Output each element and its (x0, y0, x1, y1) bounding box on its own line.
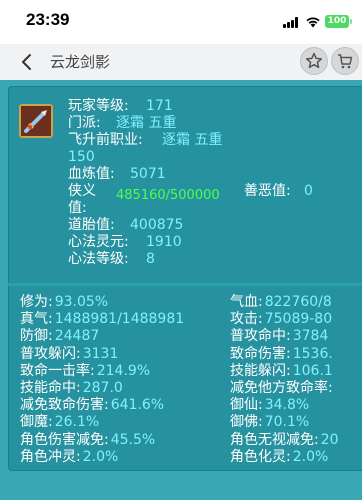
stat-value: 3131 (82, 345, 119, 362)
sect-value: 逐霜 五重 (116, 115, 177, 131)
stat-label: 普攻躲闪: (20, 345, 81, 362)
dao-label: 道胎值: (68, 217, 115, 233)
karma-label: 善恶值: (244, 183, 291, 199)
xinfa-spirit-label: 心法灵元: (68, 234, 129, 250)
sect-label: 门派: (68, 115, 101, 131)
blood-refine-value: 5071 (130, 166, 166, 182)
stat-label: 技能躲闪: (230, 362, 291, 379)
stat-label: 真气: (20, 311, 53, 328)
stat-label: 减免致命伤害: (20, 397, 109, 414)
status-time: 23:39 (26, 10, 70, 29)
stat-value: 1536. (292, 345, 333, 362)
stat-label: 技能命中: (20, 380, 81, 396)
panel-divider (8, 283, 362, 286)
stat-value: 26.1% (54, 414, 100, 431)
stat-value: 20 (320, 431, 339, 448)
xinfa-level-label: 心法等级: (68, 251, 129, 267)
chivalry-progress: 485160/500000 (116, 188, 220, 203)
stat-value: 24487 (54, 328, 100, 345)
stat-value: 34.8% (264, 397, 310, 414)
wifi-icon (306, 17, 320, 28)
shopping-cart-icon (338, 54, 353, 69)
stat-value: 214.9% (96, 362, 151, 379)
stat-value: 2.0% (292, 448, 329, 465)
page-title: 云龙剑影 (50, 53, 111, 71)
xinfa-level-value: 8 (146, 251, 155, 267)
blood-refine-label: 血炼值: (68, 166, 115, 182)
stat-label: 致命伤害: (230, 345, 291, 362)
cart-button[interactable] (331, 47, 359, 75)
stat-label: 防御: (20, 328, 53, 345)
stat-value: 45.5% (110, 431, 156, 448)
stat-label: 普攻命中: (230, 328, 291, 345)
stat-value: 2.0% (82, 448, 119, 465)
karma-value: 0 (304, 183, 313, 199)
stat-label: 致命一击率: (20, 362, 95, 379)
battery-icon: 100 (325, 15, 352, 28)
stat-value: 287.0 (82, 380, 123, 396)
stat-label: 角色伤害减免: (20, 431, 109, 448)
ascension-level-value: 150 (68, 149, 95, 165)
dao-value: 400875 (130, 217, 184, 233)
chevron-left-icon[interactable] (20, 53, 34, 71)
stat-value: 75089-80 (264, 311, 333, 328)
star-icon (305, 52, 323, 69)
ascension-label: 飞升前职业: (68, 132, 143, 148)
stat-label: 角色无视减免: (230, 431, 319, 448)
character-panel: 玩家等级: 171 门派: 逐霜 五重 飞升前职业: 逐霜 五重 150 血炼值… (0, 80, 362, 500)
stat-label: 角色冲灵: (20, 448, 81, 465)
player-level-label: 玩家等级: (68, 98, 129, 114)
nav-bar: 云龙剑影 (0, 44, 362, 80)
stat-value: 106.1 (292, 362, 333, 379)
stat-label: 修为: (20, 294, 53, 310)
stat-label: 御魔: (20, 414, 53, 431)
favorite-button[interactable] (300, 47, 328, 75)
stat-label: 攻击: (230, 311, 263, 328)
stat-label: 御佛: (230, 414, 263, 431)
weapon-icon[interactable] (19, 104, 53, 138)
stat-value: 641.6% (110, 397, 165, 414)
stat-label: 角色化灵: (230, 448, 291, 465)
status-bar: 23:39 100 (0, 0, 362, 44)
signal-icon (283, 17, 300, 28)
stat-label: 御仙: (230, 397, 263, 414)
stat-value: 822760/8 (264, 294, 332, 310)
chivalry-label: 侠义 (68, 183, 96, 199)
stat-label: 气血: (230, 294, 263, 310)
player-level-value: 171 (146, 98, 173, 114)
ascension-value: 逐霜 五重 (162, 132, 223, 148)
xinfa-spirit-value: 1910 (146, 234, 182, 250)
chivalry-label-2: 值: (68, 200, 87, 216)
stat-value: 3784 (292, 328, 329, 345)
panel-bottom (0, 472, 362, 500)
stat-label: 减免他方致命率: (230, 380, 333, 396)
stat-value: 93.05% (54, 294, 109, 310)
stat-value: 1488981/1488981 (54, 311, 185, 328)
stat-value: 70.1% (264, 414, 310, 431)
